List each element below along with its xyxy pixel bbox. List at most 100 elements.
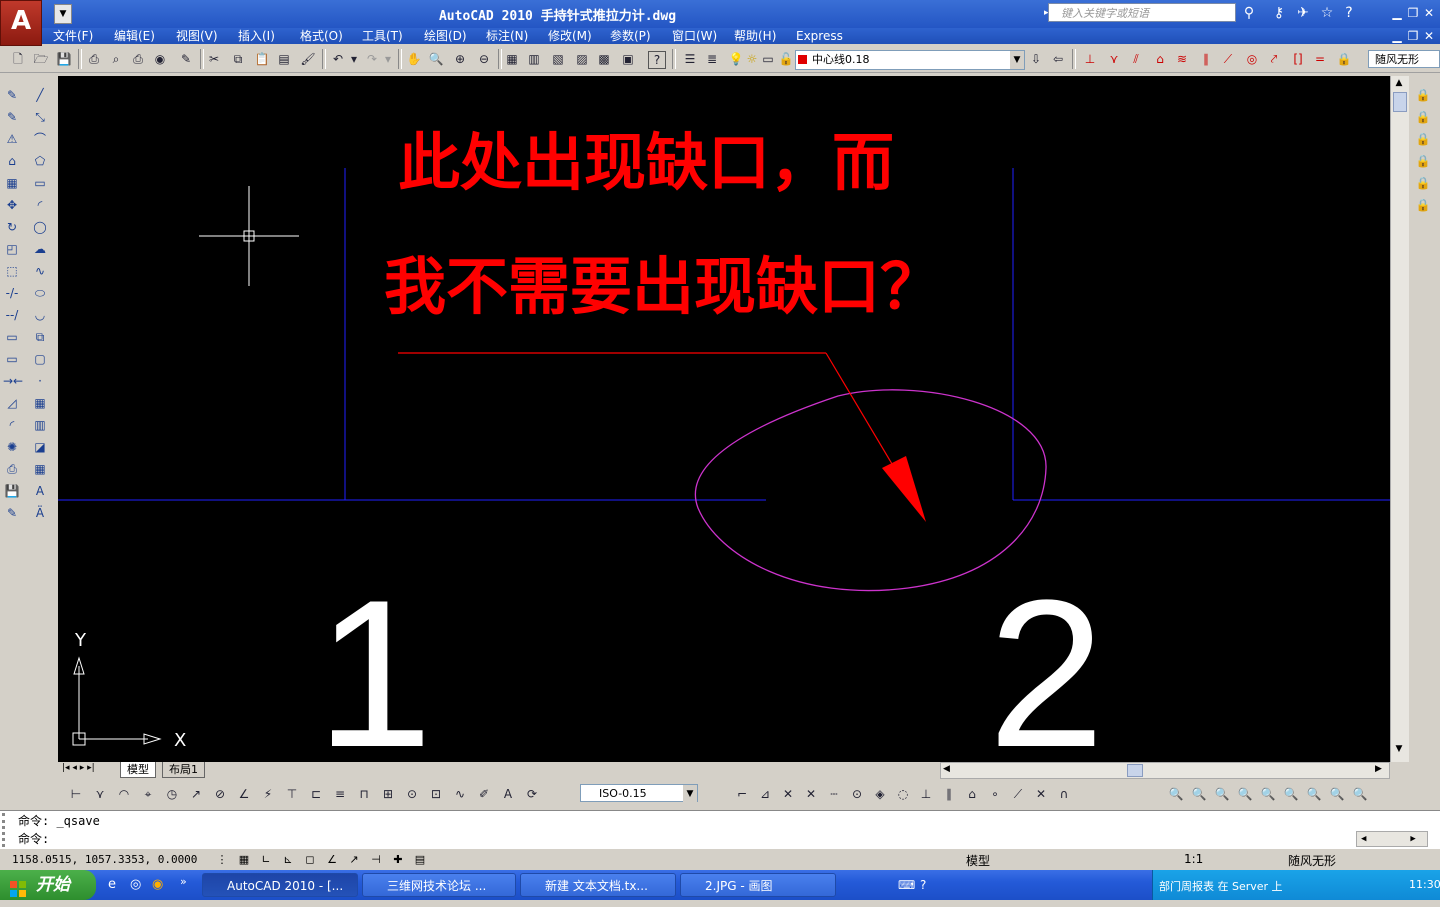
dim-break-icon[interactable]: ⊓ xyxy=(356,786,372,802)
explorer-icon[interactable]: ◎ xyxy=(130,877,146,893)
inspect-icon[interactable]: ⊡ xyxy=(428,786,444,802)
insert-block-icon[interactable]: ⧉ xyxy=(31,328,49,346)
quicklaunch-more-icon[interactable]: » xyxy=(180,875,187,888)
keyboard-icon[interactable]: ⌨ xyxy=(898,878,915,892)
polar-mode-icon[interactable]: ⊾ xyxy=(280,852,296,868)
help-icon[interactable]: ? xyxy=(1340,4,1358,22)
arc-icon[interactable]: ◜ xyxy=(31,196,49,214)
explode-icon[interactable]: ✺ xyxy=(3,438,21,456)
doc-minimize-button[interactable]: ▁ xyxy=(1390,29,1404,43)
task-paint[interactable]: 2.JPG - 画图 xyxy=(680,873,836,897)
close-button[interactable]: ✕ xyxy=(1422,6,1436,20)
dim-arc-icon[interactable]: ◠ xyxy=(116,786,132,802)
erase-icon[interactable]: ✎ xyxy=(3,86,21,104)
menu-format[interactable]: 格式(O) xyxy=(300,28,343,44)
otrack-mode-icon[interactable]: ∠ xyxy=(324,852,340,868)
rotate-icon[interactable]: ↻ xyxy=(3,218,21,236)
copy-obj-icon[interactable]: ✎ xyxy=(3,108,21,126)
label-1[interactable]: 1 xyxy=(316,556,433,762)
tool-palettes-icon[interactable]: ▧ xyxy=(550,51,566,67)
break-icon[interactable]: ▭ xyxy=(3,350,21,368)
layer-lock-icon[interactable]: 🔓 xyxy=(778,51,794,67)
arc-dim-icon[interactable]: ⫽ xyxy=(1128,51,1144,67)
sheet-set-icon[interactable]: ▨ xyxy=(574,51,590,67)
dimstyle-dropdown[interactable]: ISO-0.15 ▼ xyxy=(580,784,698,803)
edit-plot-icon[interactable]: ✎ xyxy=(3,504,21,522)
grid-mode-icon[interactable]: ▦ xyxy=(236,852,252,868)
snap-mode-icon[interactable]: ⋮ xyxy=(214,852,230,868)
break-point-icon[interactable]: ▭ xyxy=(3,328,21,346)
cut-icon[interactable]: ✂ xyxy=(206,51,222,67)
menu-window[interactable]: 窗口(W) xyxy=(672,28,717,44)
snap-extension-icon[interactable]: ┄ xyxy=(826,786,842,802)
scroll-up-icon[interactable]: ▲ xyxy=(1393,78,1405,90)
zoom-scale-icon[interactable]: 🔍 xyxy=(1214,786,1230,802)
label-2[interactable]: 2 xyxy=(988,556,1105,762)
snap-midpoint-icon[interactable]: ⊿ xyxy=(757,786,773,802)
etransmit-icon[interactable]: ✎ xyxy=(178,51,194,67)
lock-dim-icon-4[interactable]: 🔒 xyxy=(1414,152,1432,170)
drawing-canvas[interactable]: 此处出现缺口，而 我不需要出现缺口？ 1 2 Y X xyxy=(58,76,1390,762)
lock-dim-icon-6[interactable]: 🔒 xyxy=(1414,196,1432,214)
menu-view[interactable]: 视图(V) xyxy=(176,28,218,44)
construction-line-icon[interactable]: ⤡ xyxy=(31,108,49,126)
zoom-window-icon[interactable]: ⊕ xyxy=(452,51,468,67)
menu-help[interactable]: 帮助(H) xyxy=(734,28,776,44)
menu-express[interactable]: Express xyxy=(796,28,843,44)
start-button[interactable]: 开始 xyxy=(0,870,96,900)
command-window[interactable]: 命令: _qsave 命令: ◀ ▶ xyxy=(0,810,1440,849)
table-icon[interactable]: ▦ xyxy=(31,460,49,478)
zoom-object-icon[interactable]: 🔍 xyxy=(1260,786,1276,802)
dyn-mode-icon[interactable]: ⊣ xyxy=(368,852,384,868)
dim-aligned-icon[interactable]: ⋎ xyxy=(92,786,108,802)
layer-dropdown[interactable]: 中心线0.18 ▼ xyxy=(795,50,1025,70)
dim-diameter-icon[interactable]: ⊘ xyxy=(212,786,228,802)
undo-dropdown-icon[interactable]: ▾ xyxy=(346,51,362,67)
polygon-icon[interactable]: ⬠ xyxy=(31,152,49,170)
star-icon[interactable]: ☆ xyxy=(1318,4,1336,22)
jogged-dim-icon[interactable]: ∥ xyxy=(1198,51,1214,67)
radius-dim-icon[interactable]: ≋ xyxy=(1174,51,1190,67)
scroll-left-icon[interactable]: ◀ xyxy=(943,764,950,774)
vertical-scroll-thumb[interactable] xyxy=(1393,92,1407,112)
ortho-mode-icon[interactable]: ∟ xyxy=(258,852,274,868)
make-block-icon[interactable]: ▢ xyxy=(31,350,49,368)
tab-model[interactable]: 模型 xyxy=(120,762,156,778)
dim-space-icon[interactable]: ≡ xyxy=(332,786,348,802)
task-autocad[interactable]: AutoCAD 2010 - [... xyxy=(202,873,358,897)
minimize-button[interactable]: ▁ xyxy=(1390,6,1404,20)
print-icon[interactable]: ⎙ xyxy=(86,51,102,67)
scroll-down-icon[interactable]: ▼ xyxy=(1393,744,1405,756)
paste-icon[interactable]: 📋 xyxy=(254,51,270,67)
markup-icon[interactable]: ▩ xyxy=(596,51,612,67)
satellite-icon[interactable]: ✈ xyxy=(1294,4,1312,22)
help-toolbar-icon[interactable]: ? xyxy=(648,51,666,69)
snap-endpoint-icon[interactable]: ⌐ xyxy=(734,786,750,802)
command-scrollbar[interactable]: ◀ ▶ xyxy=(1356,831,1428,847)
snap-parallel-icon[interactable]: ∥ xyxy=(941,786,957,802)
media-icon[interactable]: ◉ xyxy=(152,877,168,893)
dim-ordinate-icon[interactable]: ⌖ xyxy=(140,786,156,802)
line-icon[interactable]: ╱ xyxy=(31,86,49,104)
command-grip[interactable] xyxy=(2,813,15,847)
dim-baseline-icon[interactable]: ⊤ xyxy=(284,786,300,802)
quick-dim-icon[interactable]: ⤤ xyxy=(1266,51,1282,67)
qp-mode-icon[interactable]: ▤ xyxy=(412,852,428,868)
annotation-scale[interactable]: 1:1 xyxy=(1184,852,1203,866)
publish-icon[interactable]: ⎙ xyxy=(130,51,146,67)
dim-text-edit-icon[interactable]: A xyxy=(500,786,516,802)
dim-update-icon[interactable]: ⟳ xyxy=(524,786,540,802)
snap-quadrant-icon[interactable]: ◈ xyxy=(872,786,888,802)
dim-radius-icon[interactable]: ◷ xyxy=(164,786,180,802)
restore-button[interactable]: ❐ xyxy=(1406,6,1420,20)
tray-notification-text[interactable]: 部门周报表 在 Server 上 xyxy=(1159,878,1283,894)
vertical-scrollbar[interactable]: ▲ ▼ xyxy=(1390,76,1409,762)
add-selected-icon[interactable]: Ä xyxy=(31,504,49,522)
dim-jogged-icon[interactable]: ↗ xyxy=(188,786,204,802)
3d-dwf-icon[interactable]: ◉ xyxy=(152,51,168,67)
new-icon[interactable]: 🗋 xyxy=(10,51,26,67)
snap-center-icon[interactable]: ⊙ xyxy=(849,786,865,802)
app-menu-button[interactable]: A xyxy=(0,0,42,46)
redo-dropdown-icon[interactable]: ▾ xyxy=(380,51,396,67)
key-icon[interactable]: ⚷ xyxy=(1270,4,1288,22)
